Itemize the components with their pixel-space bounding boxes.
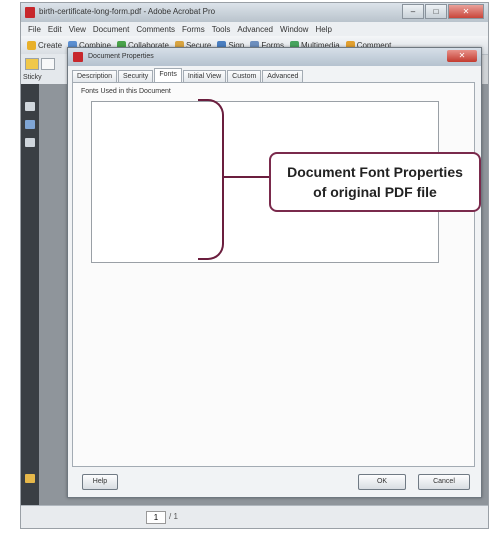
open-folder-icon[interactable] (25, 58, 39, 70)
menu-bar: File Edit View Document Comments Forms T… (21, 22, 488, 36)
ok-button[interactable]: OK (358, 474, 406, 490)
page-number-field[interactable]: 1 (146, 511, 166, 524)
status-bar: 1 / 1 (21, 505, 488, 528)
annotation-connector-line (232, 176, 270, 178)
document-properties-dialog: Document Properties ✕ Description Securi… (67, 47, 482, 498)
help-button[interactable]: Help (82, 474, 118, 490)
attachment-icon[interactable] (25, 474, 35, 483)
menu-window[interactable]: Window (280, 25, 308, 34)
window-controls: – □ ✕ (402, 4, 484, 19)
dialog-title: Document Properties (88, 53, 154, 60)
menu-tools[interactable]: Tools (212, 25, 231, 34)
menu-forms[interactable]: Forms (182, 25, 205, 34)
pages-icon[interactable] (25, 102, 35, 111)
minimize-button[interactable]: – (402, 4, 424, 19)
annotation-bracket (198, 99, 224, 260)
navigation-panel (21, 84, 39, 506)
tab-fonts[interactable]: Fonts (154, 68, 182, 82)
toolbar-create-button[interactable]: Create (27, 40, 62, 50)
fonts-panel: Fonts Used in this Document (72, 82, 475, 467)
close-window-button[interactable]: ✕ (448, 4, 484, 19)
page-total: / 1 (169, 512, 178, 521)
acrobat-app-icon (25, 7, 35, 18)
callout-line-1: Document Font Properties (287, 164, 463, 180)
menu-help[interactable]: Help (315, 25, 331, 34)
fonts-used-label: Fonts Used in this Document (81, 88, 171, 95)
acrobat-screenshot: birth-certificate-long-form.pdf - Adobe … (20, 2, 489, 529)
bookmarks-icon[interactable] (25, 120, 35, 129)
dialog-titlebar: Document Properties ✕ (68, 48, 481, 66)
print-icon[interactable] (41, 58, 55, 70)
signatures-icon[interactable] (25, 138, 35, 147)
menu-comments[interactable]: Comments (136, 25, 175, 34)
dialog-close-button[interactable]: ✕ (447, 50, 477, 62)
menu-file[interactable]: File (28, 25, 41, 34)
cancel-button[interactable]: Cancel (418, 474, 470, 490)
menu-view[interactable]: View (69, 25, 86, 34)
annotation-callout: Document Font Properties of original PDF… (269, 152, 481, 212)
window-titlebar: birth-certificate-long-form.pdf - Adobe … (21, 3, 488, 22)
window-title: birth-certificate-long-form.pdf - Adobe … (39, 7, 216, 16)
callout-line-2: of original PDF file (313, 184, 437, 200)
menu-document[interactable]: Document (93, 25, 129, 34)
dialog-app-icon (73, 52, 83, 62)
sticky-note-tool[interactable]: Sticky (23, 74, 42, 81)
menu-advanced[interactable]: Advanced (237, 25, 273, 34)
menu-edit[interactable]: Edit (48, 25, 62, 34)
create-icon (27, 40, 36, 50)
maximize-button[interactable]: □ (425, 4, 447, 19)
